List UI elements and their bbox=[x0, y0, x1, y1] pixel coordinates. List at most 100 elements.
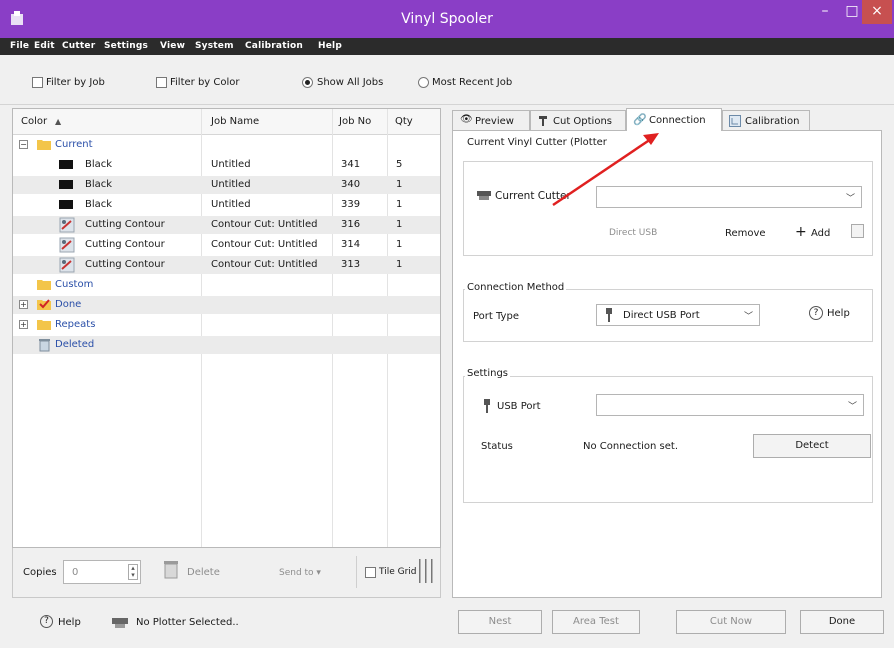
column-header-job-name[interactable]: Job Name bbox=[211, 116, 259, 127]
spin-arrows-icon[interactable]: ▴ ▾ bbox=[128, 564, 138, 580]
menu-view[interactable]: View bbox=[160, 41, 185, 51]
table-row[interactable]: Cutting Contour Contour Cut: Untitled 31… bbox=[13, 236, 440, 254]
group-row-repeats[interactable]: + Repeats bbox=[13, 316, 440, 334]
port-type-dropdown[interactable]: Direct USB Port ﹀ bbox=[596, 304, 760, 326]
menu-file[interactable]: File bbox=[10, 41, 29, 51]
cell-color: Cutting Contour bbox=[85, 219, 165, 230]
document-icon[interactable] bbox=[851, 224, 864, 238]
menu-help[interactable]: Help bbox=[318, 41, 342, 51]
color-swatch-black bbox=[59, 180, 73, 189]
group-row-done[interactable]: + Done bbox=[13, 296, 440, 314]
tab-preview[interactable]: 👁 Preview bbox=[452, 110, 530, 130]
footer-bar: ? Help No Plotter Selected.. Nest Area T… bbox=[0, 598, 894, 648]
usb-port-dropdown[interactable]: ﹀ bbox=[596, 394, 864, 416]
detect-button[interactable]: Detect bbox=[753, 434, 871, 458]
calibration-icon bbox=[729, 115, 741, 127]
cell-job-no: 341 bbox=[341, 159, 361, 170]
copies-label: Copies bbox=[23, 567, 57, 578]
menu-settings[interactable]: Settings bbox=[104, 41, 148, 51]
delete-button[interactable]: Delete bbox=[187, 567, 220, 578]
add-icon[interactable]: + bbox=[795, 224, 807, 240]
menu-edit[interactable]: Edit bbox=[34, 41, 55, 51]
grid-header: Color ▲ Job Name Job No Qty bbox=[13, 109, 440, 135]
cell-qty: 1 bbox=[396, 239, 403, 250]
copies-stepper[interactable]: 0 ▴ ▾ bbox=[63, 560, 141, 584]
direct-usb-text: Direct USB bbox=[609, 228, 658, 238]
menu-calibration[interactable]: Calibration bbox=[245, 41, 303, 51]
menu-cutter[interactable]: Cutter bbox=[62, 41, 95, 51]
nest-button[interactable]: Nest bbox=[458, 610, 542, 634]
show-all-jobs-label[interactable]: Show All Jobs bbox=[317, 77, 383, 88]
tile-grid-checkbox[interactable] bbox=[365, 567, 376, 578]
cutting-contour-icon bbox=[59, 237, 75, 253]
help-icon[interactable]: ? bbox=[809, 306, 823, 320]
group-label-done: Done bbox=[55, 299, 82, 310]
filter-by-color-checkbox[interactable] bbox=[156, 77, 167, 88]
footer-help-button[interactable]: Help bbox=[58, 617, 81, 628]
table-row[interactable]: Black Untitled 339 1 bbox=[13, 196, 440, 214]
close-button[interactable]: × bbox=[862, 0, 892, 24]
usb-port-label: USB Port bbox=[497, 401, 541, 412]
help-icon[interactable]: ? bbox=[40, 615, 53, 628]
expand-icon[interactable]: + bbox=[19, 300, 28, 309]
area-test-button[interactable]: Area Test bbox=[552, 610, 640, 634]
show-all-jobs-radio[interactable] bbox=[302, 77, 313, 88]
done-button[interactable]: Done bbox=[800, 610, 884, 634]
cut-now-button[interactable]: Cut Now bbox=[676, 610, 786, 634]
send-to-button[interactable]: Send to ▾ bbox=[279, 568, 321, 578]
filter-by-job-checkbox[interactable] bbox=[32, 77, 43, 88]
folder-icon bbox=[37, 140, 51, 150]
table-row[interactable]: Cutting Contour Contour Cut: Untitled 31… bbox=[13, 216, 440, 234]
cell-qty: 1 bbox=[396, 259, 403, 270]
collapse-icon[interactable]: − bbox=[19, 140, 28, 149]
column-header-color[interactable]: Color bbox=[21, 116, 47, 127]
recycle-bin-icon bbox=[39, 339, 50, 352]
tile-grid-icon bbox=[419, 559, 433, 583]
help-link[interactable]: Help bbox=[827, 308, 850, 319]
copies-bar: Copies 0 ▴ ▾ Delete Send to ▾ Tile Grid bbox=[12, 548, 441, 598]
group-row-custom[interactable]: Custom bbox=[13, 276, 440, 294]
cell-qty: 1 bbox=[396, 199, 403, 210]
plotter-icon bbox=[112, 618, 128, 628]
column-header-qty[interactable]: Qty bbox=[395, 116, 413, 127]
divider bbox=[356, 556, 357, 588]
minimize-button[interactable]: – bbox=[812, 0, 838, 24]
color-swatch-black bbox=[59, 160, 73, 169]
group-row-current[interactable]: − Current bbox=[13, 136, 440, 154]
tab-connection[interactable]: 🔗 Connection bbox=[626, 108, 722, 131]
folder-icon bbox=[37, 320, 51, 330]
expand-icon[interactable]: + bbox=[19, 320, 28, 329]
link-icon: 🔗 bbox=[633, 113, 647, 126]
tile-grid-label[interactable]: Tile Grid bbox=[379, 567, 417, 577]
settings-group-title: Settings bbox=[465, 368, 511, 379]
group-label-repeats: Repeats bbox=[55, 319, 96, 330]
copies-value[interactable]: 0 bbox=[72, 567, 78, 578]
cell-job-name: Untitled bbox=[211, 199, 251, 210]
table-row[interactable]: Cutting Contour Contour Cut: Untitled 31… bbox=[13, 256, 440, 274]
folder-icon bbox=[37, 280, 51, 290]
status-value: No Connection set. bbox=[583, 441, 678, 452]
most-recent-job-label[interactable]: Most Recent Job bbox=[432, 77, 512, 88]
cell-job-no: 340 bbox=[341, 179, 361, 190]
remove-button[interactable]: Remove bbox=[725, 228, 766, 239]
window-title: Vinyl Spooler bbox=[401, 11, 493, 27]
job-grid[interactable]: Color ▲ Job Name Job No Qty − Current Bl… bbox=[12, 108, 441, 548]
filter-by-color-label[interactable]: Filter by Color bbox=[170, 77, 240, 88]
group-label-custom: Custom bbox=[55, 279, 94, 290]
usb-plug-icon bbox=[606, 308, 612, 322]
table-row[interactable]: Black Untitled 340 1 bbox=[13, 176, 440, 194]
column-header-job-no[interactable]: Job No bbox=[339, 116, 371, 127]
table-row[interactable]: Black Untitled 341 5 bbox=[13, 156, 440, 174]
menu-bar: File Edit Cutter Settings View System Ca… bbox=[0, 38, 894, 55]
group-row-deleted[interactable]: Deleted bbox=[13, 336, 440, 354]
most-recent-job-radio[interactable] bbox=[418, 77, 429, 88]
filter-by-job-label[interactable]: Filter by Job bbox=[46, 77, 105, 88]
tab-strip: 👁 Preview Cut Options 🔗 Connection Calib… bbox=[452, 108, 882, 131]
add-button[interactable]: Add bbox=[811, 228, 830, 239]
port-type-label: Port Type bbox=[473, 311, 519, 322]
menu-system[interactable]: System bbox=[195, 41, 234, 51]
tab-calibration[interactable]: Calibration bbox=[722, 110, 810, 130]
maximize-button[interactable]: □ bbox=[840, 0, 864, 24]
cell-color: Black bbox=[85, 199, 113, 210]
trash-icon bbox=[164, 561, 178, 579]
